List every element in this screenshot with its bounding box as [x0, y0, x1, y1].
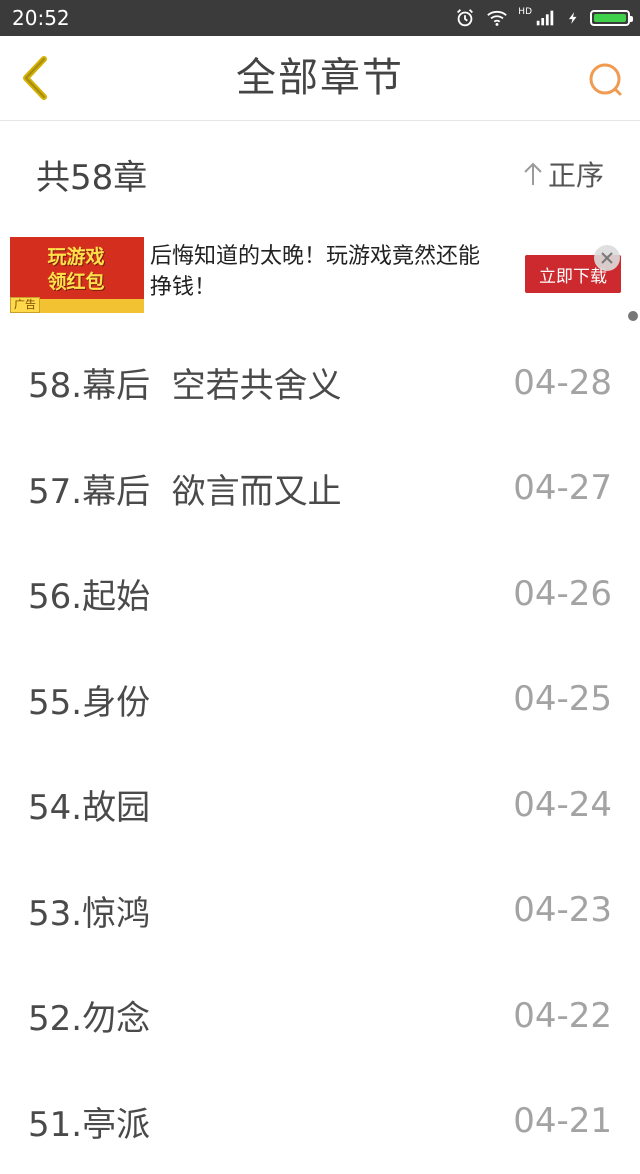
- chapter-summary-row: 共58章 正序: [0, 121, 640, 227]
- sort-label: 正序: [548, 154, 604, 194]
- header: 全部章节: [0, 36, 640, 121]
- ad-badge: 广告: [10, 297, 40, 313]
- ad-indicator-dot: [628, 311, 638, 321]
- sort-toggle[interactable]: 正序: [522, 154, 604, 194]
- charging-icon: [566, 7, 580, 29]
- chapter-row[interactable]: 57.幕后 欲言而又止 04-27: [0, 436, 640, 542]
- battery-icon: [590, 10, 630, 26]
- battery-level: [594, 14, 626, 22]
- network-type-label: HD: [518, 8, 532, 17]
- close-icon: [600, 251, 614, 265]
- chapter-title: 51.亭派: [28, 1097, 150, 1146]
- ad-close-button[interactable]: [594, 245, 620, 271]
- chapter-date: 04-25: [513, 679, 612, 719]
- chapter-title: 57.幕后 欲言而又止: [28, 464, 342, 513]
- chapter-row[interactable]: 54.故园 04-24: [0, 752, 640, 858]
- status-bar: 20:52 HD: [0, 0, 640, 36]
- arrow-up-icon: [522, 161, 544, 187]
- chapter-row[interactable]: 55.身份 04-25: [0, 647, 640, 753]
- chapter-title: 53.惊鸿: [28, 886, 150, 935]
- chapter-count: 共58章: [36, 150, 147, 199]
- wifi-icon: [486, 7, 508, 29]
- ad-image-text: 玩游戏 领红包: [14, 245, 138, 295]
- ad-image[interactable]: 玩游戏 领红包 广告: [10, 237, 144, 313]
- chapter-row[interactable]: 52.勿念 04-22: [0, 963, 640, 1069]
- chapter-date: 04-28: [513, 363, 612, 403]
- chapter-row[interactable]: 51.亭派 04-21: [0, 1069, 640, 1174]
- page-title: 全部章节: [0, 36, 640, 120]
- ad-banner[interactable]: 玩游戏 领红包 广告 后悔知道的太晚！玩游戏竟然还能挣钱！ 立即下载: [10, 237, 630, 313]
- status-icons: HD: [454, 7, 630, 29]
- search-icon: [586, 60, 626, 100]
- chapter-date: 04-24: [513, 785, 612, 825]
- chapter-date: 04-26: [513, 574, 612, 614]
- chapter-row[interactable]: 58.幕后 空若共舍义 04-28: [0, 330, 640, 436]
- chapter-date: 04-21: [513, 1101, 612, 1141]
- chapter-date: 04-23: [513, 890, 612, 930]
- chapter-row[interactable]: 53.惊鸿 04-23: [0, 858, 640, 964]
- status-time: 20:52: [12, 6, 70, 30]
- chapter-date: 04-27: [513, 468, 612, 508]
- signal-icon: [534, 7, 556, 29]
- chapter-title: 54.故园: [28, 780, 150, 829]
- chapter-title: 55.身份: [28, 675, 150, 724]
- chapter-title: 52.勿念: [28, 991, 150, 1040]
- chapter-row[interactable]: 56.起始 04-26: [0, 541, 640, 647]
- chapter-title: 56.起始: [28, 569, 150, 618]
- chapter-title: 58.幕后 空若共舍义: [28, 358, 342, 407]
- chapter-list: 58.幕后 空若共舍义 04-28 57.幕后 欲言而又止 04-27 56.起…: [0, 330, 640, 1174]
- search-button[interactable]: [586, 60, 626, 100]
- chapter-date: 04-22: [513, 996, 612, 1036]
- alarm-icon: [454, 7, 476, 29]
- ad-text[interactable]: 后悔知道的太晚！玩游戏竟然还能挣钱！: [150, 241, 490, 303]
